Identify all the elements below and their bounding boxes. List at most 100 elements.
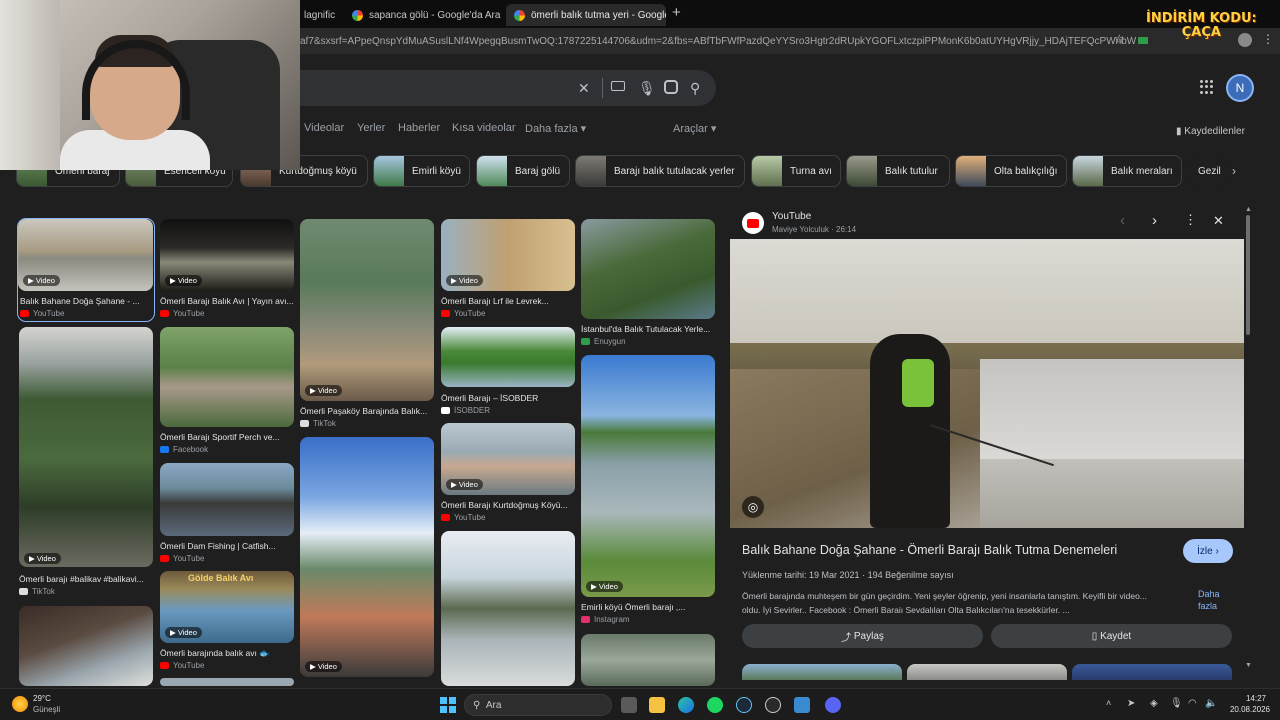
bookmark-star-icon[interactable]: ☆: [1114, 32, 1125, 46]
tab-omerli-active[interactable]: ömerli balık tutma yeri - Google'da ✕: [506, 4, 666, 26]
wifi-icon[interactable]: ◠: [1188, 698, 1197, 709]
spotify-icon[interactable]: [707, 697, 723, 713]
lens-search-icon[interactable]: ◎: [742, 496, 764, 518]
webcam-overlay: [0, 0, 300, 170]
saved-button[interactable]: ▮ Kaydedilenler: [1176, 126, 1245, 137]
search-icon[interactable]: ⚲: [690, 80, 700, 97]
google-favicon-icon: [352, 9, 363, 21]
panel-scrollbar[interactable]: [1246, 215, 1250, 335]
result-source: Instagram: [581, 615, 630, 624]
watch-button[interactable]: İzle ›: [1183, 539, 1233, 563]
enuygun-icon: [581, 338, 590, 345]
chip-olta[interactable]: Olta balıkçılığı: [955, 155, 1067, 187]
tools-button[interactable]: Araçlar ▾: [673, 122, 716, 135]
chip-balik-tutulur[interactable]: Balık tutulur: [846, 155, 950, 187]
scroll-down-icon[interactable]: ▼: [1245, 662, 1252, 669]
result-source-label: YouTube: [454, 309, 486, 318]
more-options-icon[interactable]: ⋮: [1184, 212, 1197, 228]
panel-main-image[interactable]: ◎: [730, 239, 1244, 528]
result-image: [160, 678, 294, 686]
result-caption: İstanbul'da Balık Tutulacak Yerle...: [581, 324, 711, 334]
windows-start-icon[interactable]: [440, 697, 456, 713]
instagram-icon: [581, 616, 590, 623]
chip-turna-avi[interactable]: Turna avı: [751, 155, 841, 187]
volume-icon[interactable]: 🔈: [1205, 698, 1217, 709]
scroll-up-icon[interactable]: ▲: [1245, 206, 1252, 213]
chip-gezil[interactable]: Gezil: [1188, 155, 1228, 187]
chevron-right-icon[interactable]: ›: [1232, 164, 1236, 178]
chip-emirli[interactable]: Emirli köyü: [373, 155, 470, 187]
result-card-selected[interactable]: ▶ Video Balık Bahane Doğa Şahane - ... Y…: [17, 218, 155, 322]
chevron-right-icon[interactable]: ›: [1152, 212, 1157, 229]
result-card[interactable]: ▶ Video Ömerli Barajı Balık Avı | Yayın …: [160, 219, 294, 319]
telegram-icon[interactable]: ➤: [1127, 698, 1135, 709]
new-tab-button[interactable]: +: [672, 4, 681, 21]
tab-short-videos[interactable]: Kısa videolar: [452, 122, 516, 134]
microphone-icon[interactable]: 🎙: [1170, 698, 1183, 709]
tab-videos[interactable]: Videolar: [304, 122, 344, 134]
bookmark-icon: ▯: [1091, 630, 1098, 642]
related-image[interactable]: [907, 664, 1067, 680]
result-card[interactable]: Ömerli Barajı – İSOBDER İSOBDER: [441, 327, 575, 417]
related-image[interactable]: [742, 664, 902, 680]
close-icon[interactable]: ✕: [1213, 213, 1224, 229]
chip-thumbnail: [374, 156, 404, 186]
save-button[interactable]: ▯ Kaydet: [991, 624, 1232, 648]
tab-sapanca[interactable]: sapanca gölü - Google'da Ara ✕: [344, 4, 504, 26]
github-icon[interactable]: [765, 697, 781, 713]
avatar[interactable]: N: [1228, 76, 1252, 100]
url-field[interactable]: af7&sxsrf=APpeQnspYdMuASuslLNf4WpegqBusm…: [296, 31, 1136, 51]
result-source-label: YouTube: [173, 554, 205, 563]
weather-sun-icon[interactable]: [12, 696, 28, 712]
result-card[interactable]: ▶ Video Emirli köyü Ömerli barajı ,... I…: [581, 355, 715, 627]
clear-icon[interactable]: ✕: [578, 80, 590, 97]
menu-icon[interactable]: ⋮: [1262, 32, 1274, 46]
result-card[interactable]: Gölde Balık Avı ▶ Video Ömerli barajında…: [160, 571, 294, 672]
tab-places[interactable]: Yerler: [357, 122, 385, 134]
tray-expand-icon[interactable]: ˄: [1106, 698, 1111, 708]
panel-title[interactable]: Balık Bahane Doğa Şahane - Ömerli Barajı…: [742, 543, 1172, 557]
youtube-icon: [742, 212, 764, 234]
task-view-icon[interactable]: [621, 697, 637, 713]
lens-icon[interactable]: [664, 80, 678, 94]
chip-label: Baraj gölü: [515, 165, 561, 177]
result-card[interactable]: [441, 531, 575, 686]
keyboard-icon[interactable]: [611, 81, 625, 91]
apps-grid-icon[interactable]: [1200, 80, 1214, 94]
share-button[interactable]: ⤴ Paylaş: [742, 624, 983, 648]
related-image[interactable]: [1072, 664, 1232, 680]
notepad-icon[interactable]: [794, 697, 810, 713]
bookmark-icon: ▮: [1176, 126, 1182, 137]
result-card[interactable]: ▶ Video: [300, 437, 434, 677]
result-card[interactable]: ▶ Video Ömerli barajı #balikav #balikavi…: [19, 327, 153, 599]
search-input[interactable]: ✕ 🎙 ⚲: [230, 70, 716, 106]
tab-magnific[interactable]: lagnific ✕: [296, 4, 340, 26]
chevron-left-icon[interactable]: ‹: [1120, 212, 1125, 229]
discord-icon[interactable]: [825, 697, 841, 713]
result-caption: Ömerli Barajı Lrf ile Levrek...: [441, 296, 549, 306]
preview-panel: YouTube Maviye Yolculuk · 26:14 ‹ › ⋮ ✕ …: [730, 200, 1246, 680]
result-card[interactable]: [160, 678, 294, 686]
result-card[interactable]: [19, 606, 153, 686]
result-card[interactable]: ▶ Video Ömerli Barajı Lrf ile Levrek... …: [441, 219, 575, 319]
show-more-link[interactable]: Daha fazla: [1198, 588, 1238, 612]
microphone-icon[interactable]: 🎙: [638, 80, 656, 97]
chip-baraji-balik[interactable]: Barajı balık tutulacak yerler: [575, 155, 745, 187]
tray-app-icon[interactable]: ◈: [1150, 698, 1158, 709]
tab-more[interactable]: Daha fazla ▾: [525, 122, 586, 135]
result-source-label: YouTube: [33, 309, 65, 318]
steam-icon[interactable]: [736, 697, 752, 713]
tab-news[interactable]: Haberler: [398, 122, 440, 134]
chip-label: Gezil: [1198, 165, 1221, 177]
result-card[interactable]: ▶ Video Ömerli Barajı Kurtdoğmuş Köyü...…: [441, 423, 575, 525]
edge-icon[interactable]: [678, 697, 694, 713]
result-card[interactable]: İstanbul'da Balık Tutulacak Yerle... Enu…: [581, 219, 715, 347]
result-card[interactable]: ▶ Video Ömerli Paşaköy Barajında Balık..…: [300, 219, 434, 431]
result-card[interactable]: Ömerli Dam Fishing | Catfish... YouTube: [160, 463, 294, 565]
chip-balik-meralari[interactable]: Balık meraları: [1072, 155, 1182, 187]
taskbar-search-input[interactable]: ⚲ Ara: [464, 694, 612, 716]
file-explorer-icon[interactable]: [649, 697, 665, 713]
result-card[interactable]: [581, 634, 715, 686]
chip-baraj-golu[interactable]: Baraj gölü: [476, 155, 570, 187]
result-card[interactable]: Ömerli Barajı Sportif Perch ve... Facebo…: [160, 327, 294, 457]
